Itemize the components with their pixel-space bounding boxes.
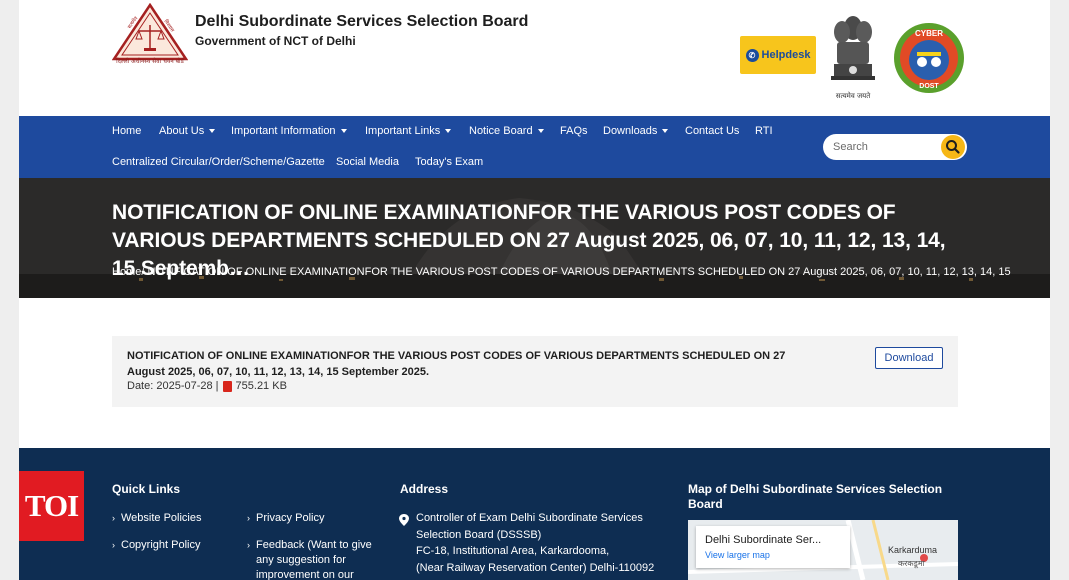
notice-meta: Date: 2025-07-28 | 755.21 KB bbox=[127, 380, 287, 392]
emblem-motto: सत्यमेव जयते bbox=[835, 92, 871, 100]
chevron-right-icon: › bbox=[112, 540, 115, 550]
map-label-karkarduma: Karkarduma bbox=[888, 545, 938, 555]
map-place-name: Delhi Subordinate Ser... bbox=[705, 534, 822, 546]
notice-date: Date: 2025-07-28 | bbox=[127, 380, 219, 392]
nav-centralized-circular[interactable]: Centralized Circular/Order/Scheme/Gazett… bbox=[112, 156, 325, 168]
org-name: Delhi Subordinate Services Selection Boa… bbox=[195, 13, 529, 30]
map-info-card: Delhi Subordinate Ser... View larger map bbox=[696, 526, 850, 568]
nav-important-information[interactable]: Important Information bbox=[231, 125, 347, 137]
main-navigation: Home About Us Important Information Impo… bbox=[19, 116, 1050, 178]
site-header: सत्यमेव विश्वास दिल्ली अधीनस्थ सेवा चयन … bbox=[19, 0, 1050, 116]
org-subtitle: Government of NCT of Delhi bbox=[195, 34, 356, 48]
page-frame: सत्यमेव विश्वास दिल्ली अधीनस्थ सेवा चयन … bbox=[19, 0, 1050, 580]
toi-watermark-logo: TOI bbox=[19, 471, 84, 541]
notice-card: NOTIFICATION OF ONLINE EXAMINATIONFOR TH… bbox=[112, 336, 958, 407]
map-label-karkarduma-hindi: करकडूमा bbox=[898, 559, 925, 568]
search-button[interactable] bbox=[941, 135, 965, 159]
cyber-badge-bottom-text: DOST bbox=[919, 83, 939, 90]
notice-file-size: 755.21 KB bbox=[235, 380, 287, 392]
chevron-right-icon: › bbox=[112, 513, 115, 523]
footer-link-website-policies[interactable]: › Website Policies bbox=[112, 511, 202, 526]
phone-icon: ✆ bbox=[745, 48, 759, 62]
map-title: Map of Delhi Subordinate Services Select… bbox=[688, 482, 943, 511]
chevron-right-icon: › bbox=[247, 540, 250, 550]
search-box bbox=[823, 134, 967, 160]
page-banner: NOTIFICATION OF ONLINE EXAMINATIONFOR TH… bbox=[19, 178, 1050, 298]
helpdesk-label: Helpdesk bbox=[761, 49, 811, 61]
nav-downloads[interactable]: Downloads bbox=[603, 125, 669, 137]
nav-todays-exam[interactable]: Today's Exam bbox=[415, 156, 483, 168]
chevron-down-icon bbox=[340, 129, 347, 134]
footer-link-feedback[interactable]: › Feedback (Want to give any suggestion f… bbox=[247, 538, 377, 580]
chevron-down-icon bbox=[209, 129, 216, 134]
breadcrumb-home-link[interactable]: Home/ bbox=[112, 266, 144, 278]
footer-link-privacy-policy[interactable]: › Privacy Policy bbox=[247, 511, 324, 526]
breadcrumb: Home/ NOTIFICATION OF ONLINE EXAMINATION… bbox=[112, 266, 1011, 278]
nav-notice-board[interactable]: Notice Board bbox=[469, 125, 544, 137]
nav-rti[interactable]: RTI bbox=[755, 125, 773, 137]
chevron-down-icon bbox=[445, 129, 452, 134]
nav-contact-us[interactable]: Contact Us bbox=[685, 125, 739, 137]
pdf-file-icon bbox=[222, 380, 232, 392]
footer-link-copyright-policy[interactable]: › Copyright Policy bbox=[112, 538, 200, 553]
nav-social-media[interactable]: Social Media bbox=[336, 156, 399, 168]
chevron-down-icon bbox=[537, 129, 544, 134]
location-pin-icon bbox=[399, 514, 409, 526]
embedded-map[interactable]: Delhi Subordinate Ser... View larger map… bbox=[688, 520, 958, 580]
dsssb-logo[interactable]: सत्यमेव विश्वास bbox=[112, 3, 188, 65]
helpdesk-button[interactable]: ✆ Helpdesk bbox=[740, 36, 816, 74]
nav-about-us[interactable]: About Us bbox=[159, 125, 216, 137]
quick-links-title: Quick Links bbox=[112, 482, 181, 496]
nav-home[interactable]: Home bbox=[112, 125, 141, 137]
view-larger-map-link[interactable]: View larger map bbox=[705, 550, 770, 560]
address-title: Address bbox=[400, 482, 449, 496]
address-text: Controller of Exam Delhi Subordinate Ser… bbox=[416, 512, 655, 574]
chevron-right-icon: › bbox=[247, 513, 250, 523]
breadcrumb-current: NOTIFICATION OF ONLINE EXAMINATIONFOR TH… bbox=[144, 266, 1011, 278]
logo-caption: दिल्ली अधीनस्थ सेवा चयन बोर्ड bbox=[116, 58, 184, 65]
nav-faqs[interactable]: FAQs bbox=[560, 125, 588, 137]
notice-title: NOTIFICATION OF ONLINE EXAMINATIONFOR TH… bbox=[127, 350, 786, 378]
cyber-badge-top-text: CYBER bbox=[915, 29, 943, 38]
download-button[interactable]: Download bbox=[875, 347, 943, 369]
cyber-dost-badge[interactable]: CYBER DOST bbox=[893, 22, 965, 94]
national-emblem-icon bbox=[831, 16, 875, 80]
search-input[interactable] bbox=[833, 139, 933, 155]
chevron-down-icon bbox=[662, 129, 669, 134]
nav-important-links[interactable]: Important Links bbox=[365, 125, 452, 137]
site-footer: Quick Links › Website Policies › Copyright… bbox=[19, 448, 1050, 580]
search-icon bbox=[946, 140, 960, 154]
